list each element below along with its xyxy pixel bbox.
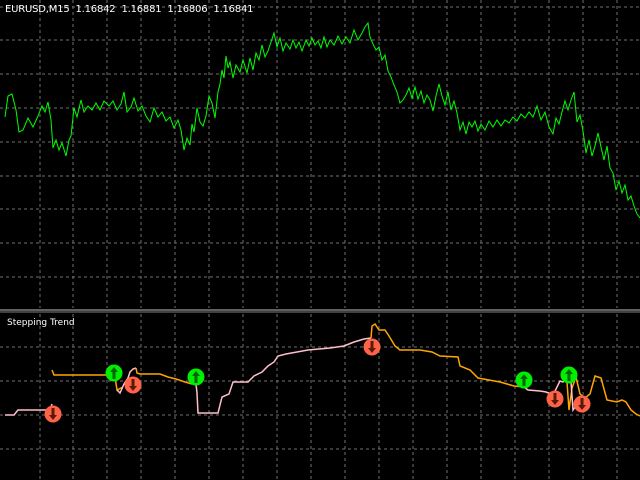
arrow-down-icon	[546, 390, 564, 408]
arrow-down-icon	[124, 376, 142, 394]
arrow-down-icon	[363, 338, 381, 356]
arrow-up-icon	[105, 364, 123, 382]
indicator-title: Stepping Trend	[7, 318, 75, 328]
arrow-up-icon	[515, 371, 533, 389]
low-price: 1.16806	[167, 4, 208, 15]
chart-background	[0, 0, 640, 480]
close-price: 1.16841	[213, 4, 254, 15]
arrow-down-icon	[44, 405, 62, 423]
arrow-up-icon	[187, 368, 205, 386]
arrow-down-icon	[573, 395, 591, 413]
symbol-label: EURUSD,M15	[5, 4, 70, 15]
chart-header: EURUSD,M15 1.16842 1.16881 1.16806 1.16841	[5, 4, 259, 15]
arrow-up-icon	[560, 366, 578, 384]
high-price: 1.16881	[121, 4, 162, 15]
chart-canvas[interactable]	[0, 0, 640, 480]
open-price: 1.16842	[75, 4, 116, 15]
